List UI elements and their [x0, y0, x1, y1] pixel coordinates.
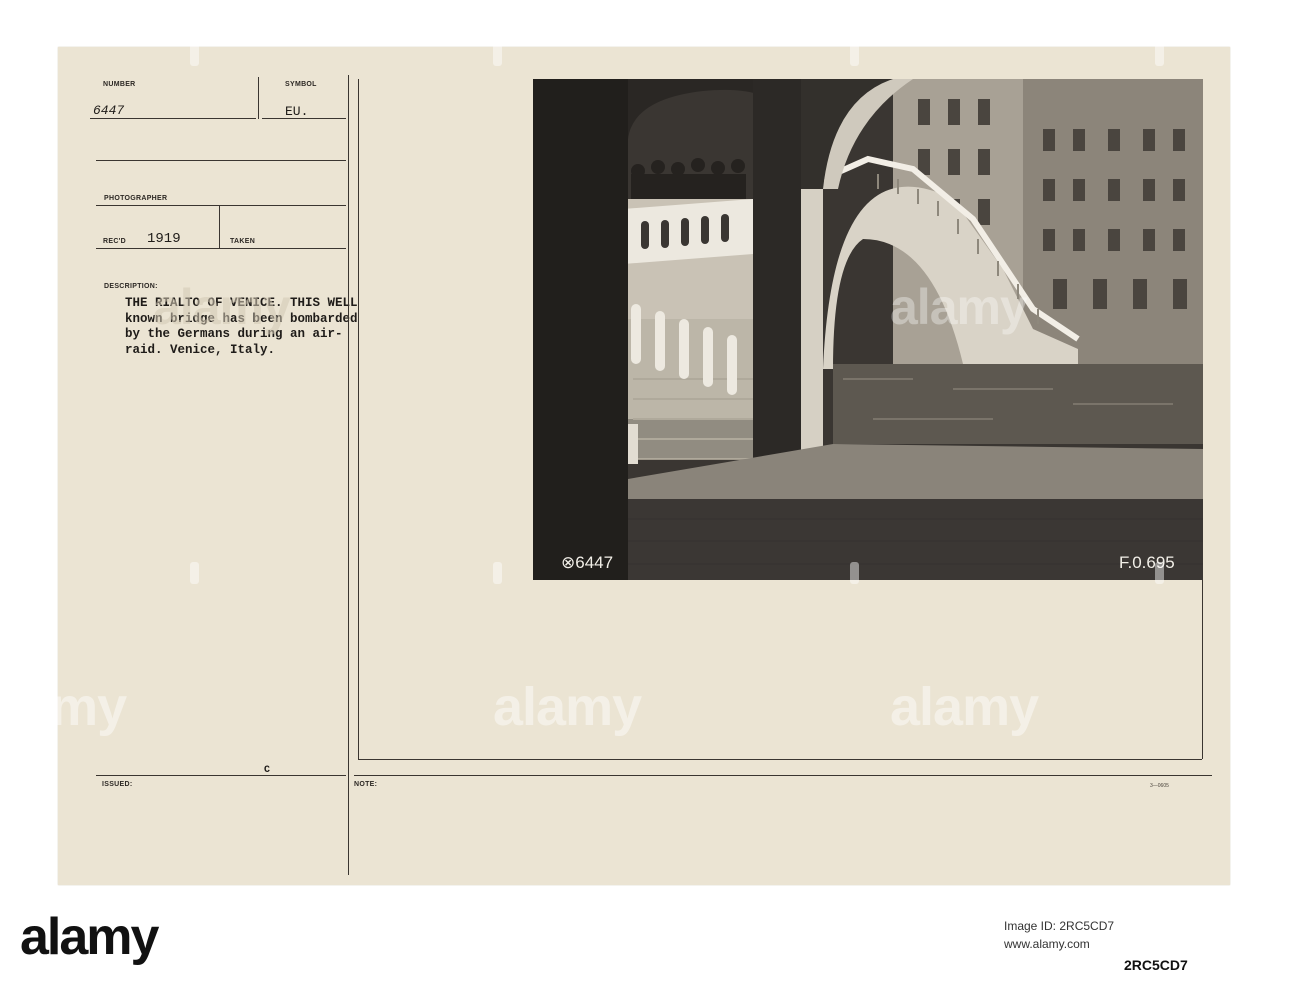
website-line: www.alamy.com — [1004, 937, 1090, 951]
watermark-dot-9 — [493, 562, 502, 584]
watermark-upper-center: alamy — [153, 279, 291, 335]
number-rule — [90, 118, 256, 119]
form-code: 3—0605 — [1150, 783, 1169, 789]
recd-rule — [96, 248, 346, 249]
symbol-value: EU. — [285, 104, 309, 119]
watermark-dot-5 — [44, 172, 53, 194]
watermark-dot-3 — [850, 44, 859, 66]
number-label: NUMBER — [103, 81, 136, 88]
note-rule — [354, 775, 1212, 776]
watermark-right: alamy — [890, 677, 1039, 737]
photo-frame-bottom — [358, 759, 1202, 760]
watermark-center: alamy — [493, 677, 642, 737]
watermark-dot-2 — [493, 44, 502, 66]
description-label: DESCRIPTION: — [104, 283, 158, 290]
photographer-rule — [96, 205, 346, 206]
alamy-logo[interactable]: alamy — [20, 907, 159, 967]
watermark-dot-8 — [190, 562, 199, 584]
watermark-dot-10 — [850, 562, 859, 584]
photographer-label: PHOTOGRAPHER — [104, 195, 168, 202]
watermark-dot-12 — [1255, 432, 1264, 454]
symbol-rule — [262, 118, 346, 119]
issued-label: ISSUED: — [102, 781, 133, 788]
watermark-left: alamy — [0, 677, 127, 737]
watermark-dot-1 — [190, 44, 199, 66]
archive-record-card: NUMBER 6447 SYMBOL EU. PHOTOGRAPHER REC'… — [58, 47, 1230, 885]
issued-rule — [96, 775, 346, 776]
watermark-dot-6 — [1255, 172, 1264, 194]
watermark-dot-7 — [44, 432, 53, 454]
image-id-line: Image ID: 2RC5CD7 — [1004, 919, 1115, 933]
symbol-label: SYMBOL — [285, 81, 317, 88]
card-vertical-divider — [348, 75, 349, 875]
watermark-upper-right: alamy — [890, 279, 1028, 335]
stock-footer: alamy Image ID: 2RC5CD7 www.alamy.com 2R… — [0, 893, 1300, 982]
negative-number-right: F.0.695 — [1119, 553, 1175, 572]
watermark-dot-4 — [1155, 44, 1164, 66]
number-value: 6447 — [93, 103, 125, 118]
recd-taken-divider — [219, 206, 220, 248]
note-label: NOTE: — [354, 781, 378, 788]
recd-value: 1919 — [147, 231, 181, 247]
rialto-bridge-image — [533, 79, 1203, 580]
stock-photo-page: NUMBER 6447 SYMBOL EU. PHOTOGRAPHER REC'… — [0, 0, 1300, 982]
negative-number-left: ⊗6447 — [561, 553, 614, 572]
recd-label: REC'D — [103, 238, 126, 245]
taken-label: TAKEN — [230, 238, 256, 245]
rialto-bridge-photograph: ⊗6447 F.0.695 — [533, 79, 1203, 580]
number-symbol-divider — [258, 77, 259, 119]
watermark-dot-11 — [1155, 562, 1164, 584]
image-meta: Image ID: 2RC5CD7 www.alamy.com — [1004, 917, 1114, 953]
photo-frame-left — [358, 79, 359, 759]
blank-rule — [96, 160, 346, 161]
image-code: 2RC5CD7 — [1124, 957, 1188, 973]
